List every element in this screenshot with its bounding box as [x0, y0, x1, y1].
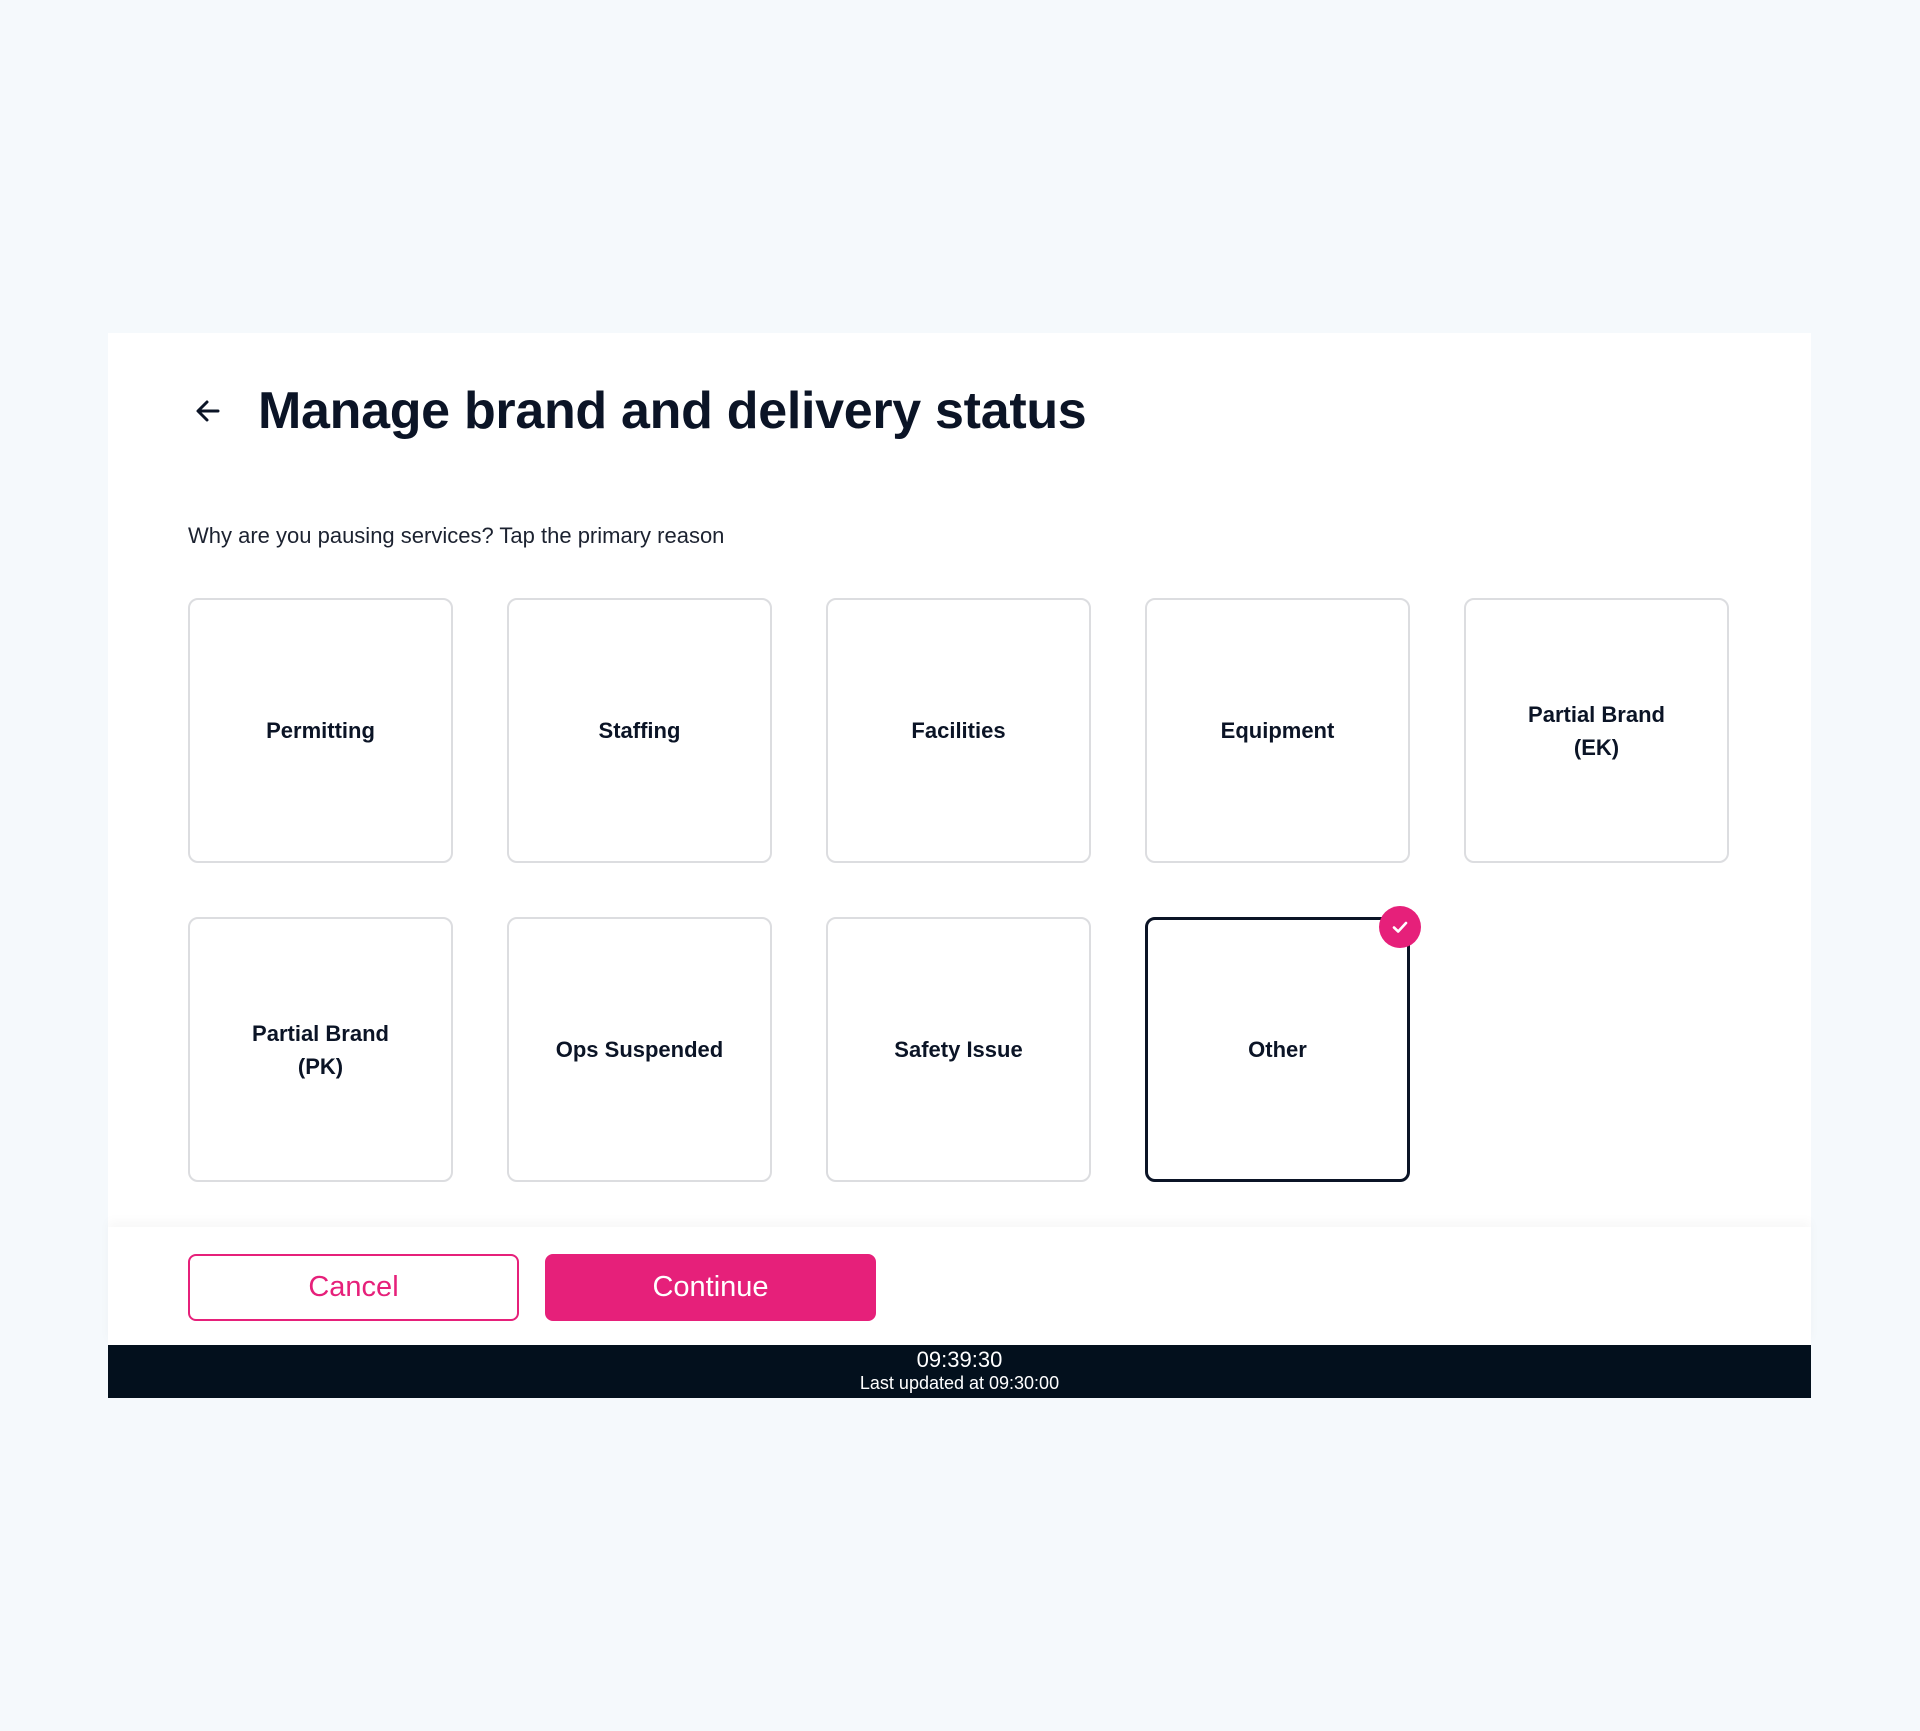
reason-tile-partial-brand-ek[interactable]: Partial Brand (EK) — [1464, 598, 1729, 863]
reason-label: Ops Suspended — [555, 1037, 724, 1062]
reason-tile-staffing[interactable]: Staffing — [507, 598, 772, 863]
reason-label: Permitting — [266, 718, 375, 743]
page-title: Manage brand and delivery status — [258, 382, 1087, 440]
reason-label: Safety Issue — [894, 1037, 1023, 1062]
manage-status-panel: Manage brand and delivery status Why are… — [108, 333, 1811, 1398]
reason-label: Facilities — [911, 718, 1006, 743]
reason-tile-other[interactable]: Other — [1145, 906, 1421, 1182]
reason-tile-ops-suspended[interactable]: Ops Suspended — [507, 917, 772, 1182]
page-header: Manage brand and delivery status — [188, 381, 1087, 441]
action-footer: Cancel Continue — [108, 1227, 1811, 1345]
reason-tile-equipment[interactable]: Equipment — [1145, 598, 1410, 863]
reason-grid: Permitting Staffing Facilities Equipment… — [188, 598, 1729, 1182]
selected-check-badge — [1379, 906, 1421, 948]
reason-tile-permitting[interactable]: Permitting — [188, 598, 453, 863]
reason-label: Equipment — [1220, 718, 1335, 743]
continue-button[interactable]: Continue — [545, 1254, 876, 1321]
last-updated-text: Last updated at 09:30:00 — [859, 1373, 1060, 1393]
reason-prompt: Why are you pausing services? Tap the pr… — [188, 523, 725, 548]
reason-tile-facilities[interactable]: Facilities — [826, 598, 1091, 863]
back-button[interactable] — [188, 391, 228, 431]
cancel-button[interactable]: Cancel — [188, 1254, 519, 1321]
reason-label: Partial Brand (EK) — [1528, 701, 1665, 760]
reason-tile-safety-issue[interactable]: Safety Issue — [826, 917, 1091, 1182]
reason-label: Staffing — [598, 718, 681, 743]
arrow-left-icon — [196, 400, 220, 422]
current-time: 09:39:30 — [916, 1347, 1003, 1372]
checkmark-icon — [1392, 921, 1408, 933]
reason-label: Partial Brand (PK) — [252, 1020, 389, 1079]
reason-label: Other — [1248, 1037, 1307, 1062]
status-bar: 09:39:30 Last updated at 09:30:00 — [108, 1345, 1811, 1398]
reason-tile-partial-brand-pk[interactable]: Partial Brand (PK) — [188, 917, 453, 1182]
